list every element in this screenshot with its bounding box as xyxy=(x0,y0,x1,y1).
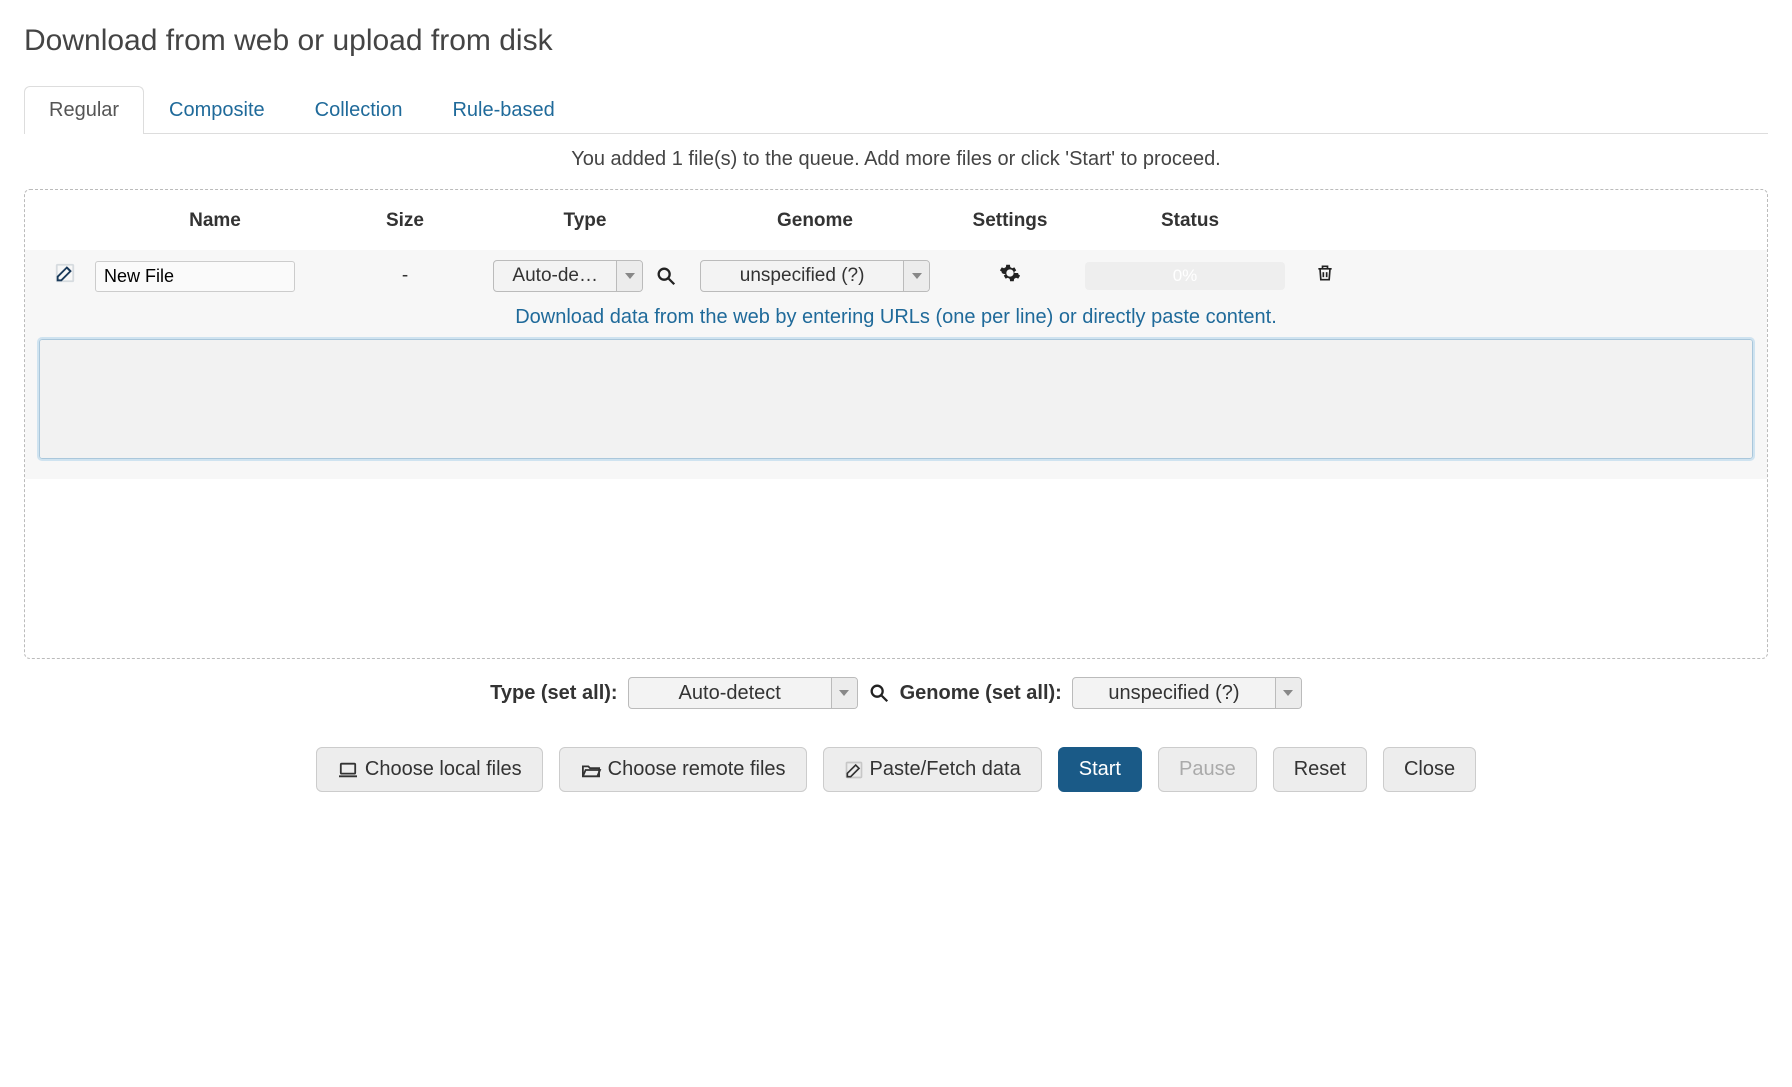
search-icon[interactable] xyxy=(868,682,890,704)
choose-local-label: Choose local files xyxy=(365,758,522,781)
chevron-down-icon xyxy=(616,261,642,291)
chevron-down-icon xyxy=(903,261,929,291)
chevron-down-icon xyxy=(1275,678,1301,708)
paste-fetch-button[interactable]: Paste/Fetch data xyxy=(823,747,1042,792)
progress-bar: 0% xyxy=(1085,262,1285,290)
col-name: Name xyxy=(95,210,335,232)
paste-hint: Download data from the web by entering U… xyxy=(39,298,1753,339)
search-icon[interactable] xyxy=(655,265,677,287)
upload-drop-area[interactable]: Name Size Type Genome Settings Status - … xyxy=(24,189,1768,659)
page-title: Download from web or upload from disk xyxy=(24,24,1768,58)
tabs: Regular Composite Collection Rule-based xyxy=(24,86,1768,134)
col-type: Type xyxy=(475,210,695,232)
size-value: - xyxy=(335,265,475,287)
edit-icon xyxy=(844,760,864,780)
table-header: Name Size Type Genome Settings Status xyxy=(25,190,1767,250)
col-settings: Settings xyxy=(935,210,1085,232)
edit-icon[interactable] xyxy=(54,262,76,284)
genome-set-all-value: unspecified (?) xyxy=(1073,682,1275,705)
type-set-all-value: Auto-detect xyxy=(629,682,831,705)
tab-regular[interactable]: Regular xyxy=(24,86,144,134)
type-select[interactable]: Auto-de… xyxy=(493,260,643,292)
col-size: Size xyxy=(335,210,475,232)
type-set-all-label: Type (set all): xyxy=(490,682,617,705)
gear-icon[interactable] xyxy=(999,262,1021,284)
choose-local-button[interactable]: Choose local files xyxy=(316,747,543,792)
footer-buttons: Choose local files Choose remote files P… xyxy=(24,719,1768,800)
queue-message: You added 1 file(s) to the queue. Add mo… xyxy=(24,134,1768,189)
start-button[interactable]: Start xyxy=(1058,747,1142,792)
trash-icon[interactable] xyxy=(1315,262,1335,284)
col-status: Status xyxy=(1085,210,1295,232)
name-input[interactable] xyxy=(95,261,295,292)
col-genome: Genome xyxy=(695,210,935,232)
type-set-all-select[interactable]: Auto-detect xyxy=(628,677,858,709)
genome-set-all-label: Genome (set all): xyxy=(900,682,1062,705)
close-button[interactable]: Close xyxy=(1383,747,1476,792)
pause-button[interactable]: Pause xyxy=(1158,747,1257,792)
chevron-down-icon xyxy=(831,678,857,708)
tab-composite[interactable]: Composite xyxy=(144,86,290,134)
set-all-row: Type (set all): Auto-detect Genome (set … xyxy=(24,659,1768,719)
genome-select[interactable]: unspecified (?) xyxy=(700,260,930,292)
tab-collection[interactable]: Collection xyxy=(290,86,428,134)
folder-open-icon xyxy=(580,761,602,779)
choose-remote-label: Choose remote files xyxy=(608,758,786,781)
genome-set-all-select[interactable]: unspecified (?) xyxy=(1072,677,1302,709)
laptop-icon xyxy=(337,761,359,779)
paste-textarea[interactable] xyxy=(39,339,1753,459)
type-select-label: Auto-de… xyxy=(494,265,616,287)
choose-remote-button[interactable]: Choose remote files xyxy=(559,747,807,792)
genome-select-label: unspecified (?) xyxy=(701,265,903,287)
reset-button[interactable]: Reset xyxy=(1273,747,1367,792)
paste-fetch-label: Paste/Fetch data xyxy=(870,758,1021,781)
paste-section: Download data from the web by entering U… xyxy=(25,292,1767,479)
table-row: - Auto-de… unspecified (?) 0% xyxy=(25,250,1767,292)
tab-rule-based[interactable]: Rule-based xyxy=(427,86,579,134)
